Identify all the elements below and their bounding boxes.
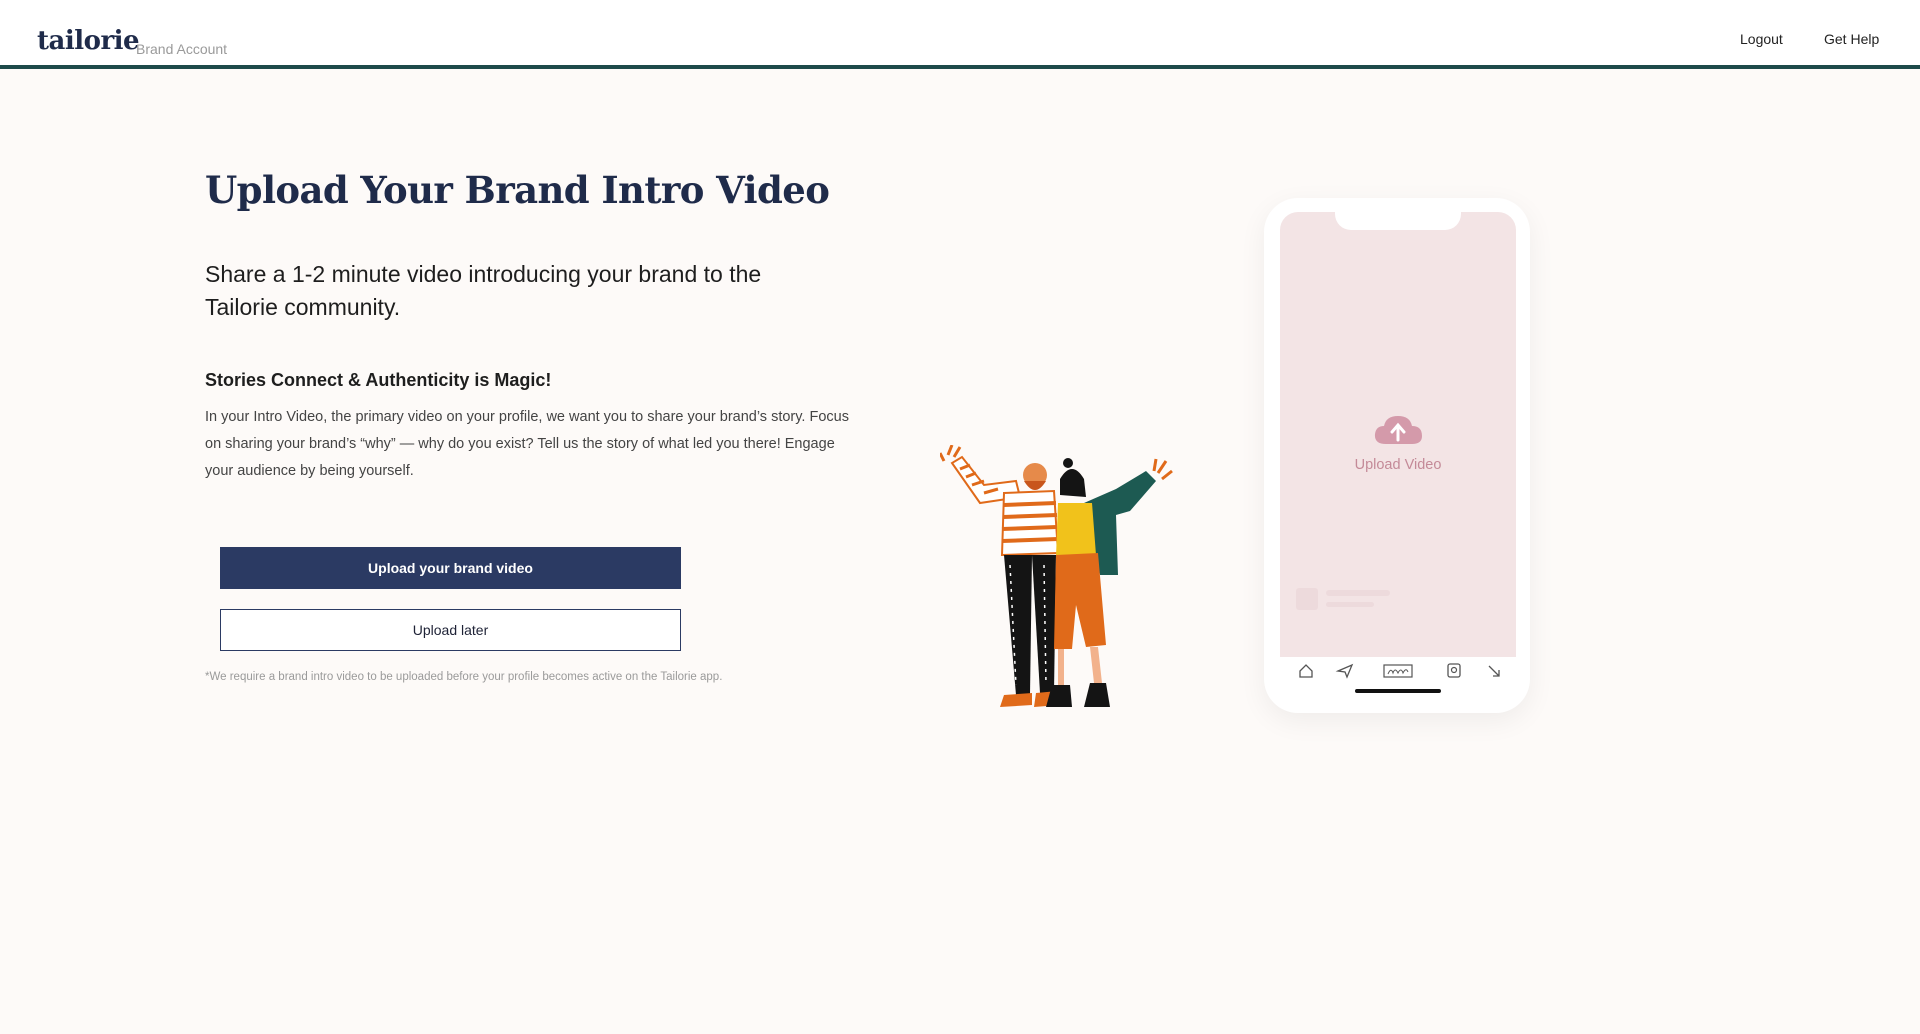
phone-notch <box>1335 206 1461 230</box>
upload-video-label: Upload Video <box>1354 457 1442 473</box>
page-subtitle: Share a 1-2 minute video introducing you… <box>205 261 762 320</box>
section-heading: Stories Connect & Authenticity is Magic! <box>205 370 552 390</box>
arrow-icon[interactable] <box>1484 661 1504 681</box>
page-title: Upload Your Brand Intro Video <box>205 168 830 212</box>
top-header: tailorie Brand Account Logout Get Help <box>0 0 1920 69</box>
send-icon[interactable] <box>1335 661 1355 681</box>
upload-brand-video-button[interactable]: Upload your brand video <box>220 547 681 589</box>
people-waving-illustration <box>940 445 1173 707</box>
upload-later-button[interactable]: Upload later <box>220 609 681 651</box>
requirement-footnote: *We require a brand intro video to be up… <box>205 671 723 683</box>
home-icon[interactable] <box>1296 661 1316 681</box>
search-icon[interactable] <box>1444 661 1464 681</box>
brand-logo[interactable]: tailorie <box>37 26 140 56</box>
get-help-link[interactable]: Get Help <box>1824 31 1879 47</box>
phone-bottom-nav <box>1280 657 1516 701</box>
cloud-upload-icon <box>1374 416 1422 444</box>
account-type-label: Brand Account <box>136 41 228 57</box>
intro-description: In your Intro Video, the primary video o… <box>205 409 849 479</box>
feed-placeholder <box>1296 588 1390 610</box>
signature-icon[interactable] <box>1382 661 1414 681</box>
phone-upload-video[interactable]: Upload Video <box>1320 412 1476 473</box>
home-indicator <box>1355 689 1441 693</box>
logout-link[interactable]: Logout <box>1740 31 1783 47</box>
